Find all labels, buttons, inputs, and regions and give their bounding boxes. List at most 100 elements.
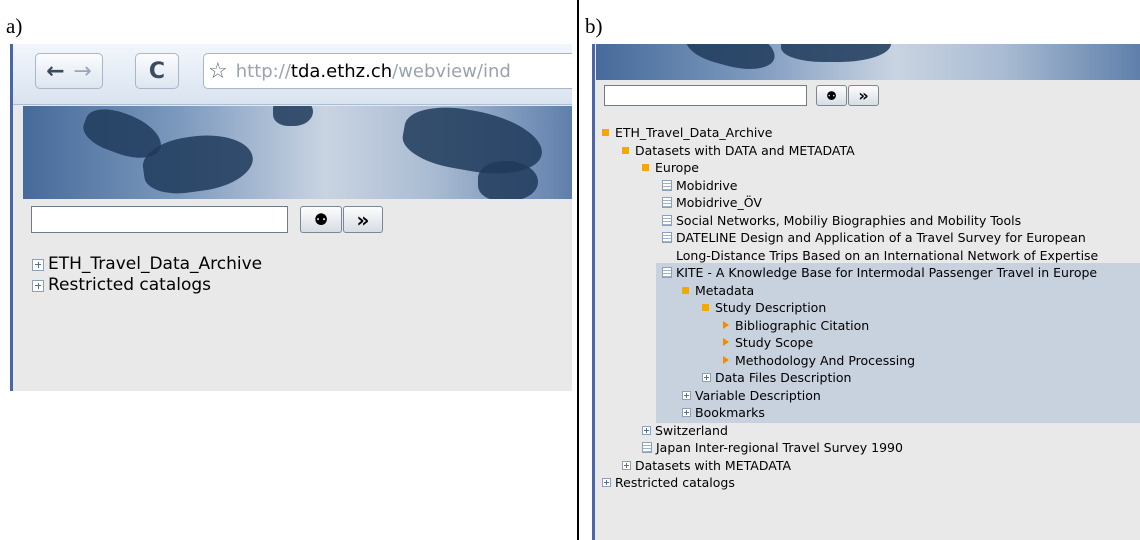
tree-node[interactable]: Restricted catalogs [32,275,262,296]
panel-b-label: b) [585,14,603,38]
window-left-border [592,44,595,540]
tree-node[interactable]: Bookmarks [602,404,1140,422]
world-map-banner [596,44,1140,80]
tree-node[interactable]: Metadata [602,282,1140,300]
tree-node-label[interactable]: Study Scope [735,334,813,352]
document-icon [642,442,652,453]
folder-open-icon [602,129,609,136]
search-input[interactable] [31,206,288,233]
document-icon [662,214,672,226]
catalog-tree: ETH_Travel_Data_Archive Datasets with DAT… [602,124,1140,492]
find-button[interactable]: ⚉ [300,206,342,233]
tree-node-label[interactable]: Study Description [715,299,826,317]
tree-node-label[interactable]: Switzerland [655,422,728,440]
panel-b-browser-screenshot: ⚉ » ETH_Travel_Data_Archive Datasets with… [592,44,1140,540]
world-map-banner [23,106,572,199]
tree-node-label[interactable]: Restricted catalogs [615,474,735,492]
url-path: /webview/ind [392,60,511,82]
tree-node[interactable]: ETH_Travel_Data_Archive [32,254,262,275]
tree-node-label[interactable]: Europe [655,159,699,177]
tree-node-label[interactable]: Bibliographic Citation [735,317,869,335]
back-forward-group: ← → [35,53,103,89]
find-button[interactable]: ⚉ [816,85,847,106]
tree-node[interactable]: Restricted catalogs [602,474,1140,492]
map-landmass [781,44,891,62]
panel-divider [577,0,579,540]
address-bar[interactable]: ☆ http:// tda.ethz.ch /webview/ind [203,53,572,89]
binoculars-icon: ⚉ [826,88,837,103]
tree-node-label[interactable]: Datasets with METADATA [635,457,791,475]
plus-box-icon[interactable] [32,258,44,271]
tree-node-label[interactable]: Bookmarks [695,404,765,422]
double-chevron-right-icon: » [858,86,869,105]
tree-node[interactable]: Methodology And Processing [602,352,1140,370]
tree-node[interactable]: Japan Inter-regional Travel Survey 1990 [602,439,1140,457]
search-input[interactable] [604,85,807,106]
plus-box-icon[interactable] [642,425,651,435]
tree-node[interactable]: Social Networks, Mobiliy Biographies and… [602,212,1140,230]
plus-box-icon[interactable] [622,460,631,470]
plus-box-icon[interactable] [602,478,611,487]
forward-arrow-icon[interactable]: → [73,59,91,84]
plus-box-icon[interactable] [32,279,44,292]
tree-node-label[interactable]: Mobidrive [676,177,737,195]
tree-node[interactable]: Data Files Description [602,369,1140,387]
document-icon [662,267,672,278]
document-icon [662,197,672,208]
tree-node-label[interactable]: Japan Inter-regional Travel Survey 1990 [656,439,903,457]
url-protocol: http:// [235,60,291,82]
folder-open-icon [702,304,709,311]
tree-node-label[interactable]: Social Networks, Mobiliy Biographies and… [676,212,1021,230]
plus-box-icon[interactable] [702,373,711,382]
back-arrow-icon[interactable]: ← [46,59,64,84]
arrow-right-icon [723,320,729,329]
map-landmass [682,44,780,77]
tree-node-label[interactable]: Methodology And Processing [735,352,915,370]
panel-a-browser-screenshot: ← → C ☆ http:// tda.ethz.ch /webview/ind… [10,44,572,391]
tree-node[interactable]: DATELINE Design and Application of a Tra… [602,229,1140,264]
document-icon [662,179,672,191]
url-host: tda.ethz.ch [290,60,393,82]
double-chevron-right-icon: » [356,207,370,232]
tree-node-label[interactable]: DATELINE Design and Application of a Tra… [676,229,1114,264]
folder-open-icon [682,286,689,294]
reload-button[interactable]: C [135,53,179,89]
binoculars-icon: ⚉ [313,210,329,229]
tree-node[interactable]: Europe [602,159,1140,177]
panel-a-label: a) [6,14,23,38]
plus-box-icon[interactable] [682,390,691,400]
map-landmass [273,106,313,126]
plus-box-icon[interactable] [682,408,691,417]
tree-node-label[interactable]: ETH_Travel_Data_Archive [48,254,262,275]
folder-open-icon [622,146,629,154]
tree-node-label[interactable]: Restricted catalogs [48,275,211,296]
tree-node[interactable]: Datasets with METADATA [602,457,1140,475]
tree-node[interactable]: ETH_Travel_Data_Archive [602,124,1140,142]
document-icon [662,232,672,243]
browser-toolbar: ← → C ☆ http:// tda.ethz.ch /webview/ind [13,44,572,105]
tree-node[interactable]: Mobidrive [602,177,1140,195]
map-landmass [478,161,538,199]
tree-node-label[interactable]: Metadata [695,282,754,300]
tree-node-label[interactable]: Datasets with DATA and METADATA [635,142,855,160]
tree-node[interactable]: Mobidrive_ÖV [602,194,1140,212]
folder-open-icon [642,164,649,171]
tree-node-label[interactable]: ETH_Travel_Data_Archive [615,124,772,142]
tree-node-label[interactable]: Mobidrive_ÖV [676,194,762,212]
arrow-right-icon [723,338,729,346]
go-button[interactable]: » [343,206,383,233]
tree-node[interactable]: KITE - A Knowledge Base for Intermodal P… [602,264,1140,282]
tree-node[interactable]: Variable Description [602,387,1140,405]
bookmark-star-icon[interactable]: ☆ [208,59,228,84]
tree-node-label[interactable]: Variable Description [695,387,821,405]
go-button[interactable]: » [848,85,879,106]
tree-node-label[interactable]: Data Files Description [715,369,851,387]
tree-node[interactable]: Switzerland [602,422,1140,440]
tree-node-label[interactable]: KITE - A Knowledge Base for Intermodal P… [676,264,1097,282]
tree-node[interactable]: Study Description [602,299,1140,317]
tree-node[interactable]: Study Scope [602,334,1140,352]
catalog-tree: ETH_Travel_Data_Archive Restricted catal… [32,254,262,296]
arrow-right-icon [723,355,729,364]
tree-node[interactable]: Datasets with DATA and METADATA [602,142,1140,160]
tree-node[interactable]: Bibliographic Citation [602,317,1140,335]
